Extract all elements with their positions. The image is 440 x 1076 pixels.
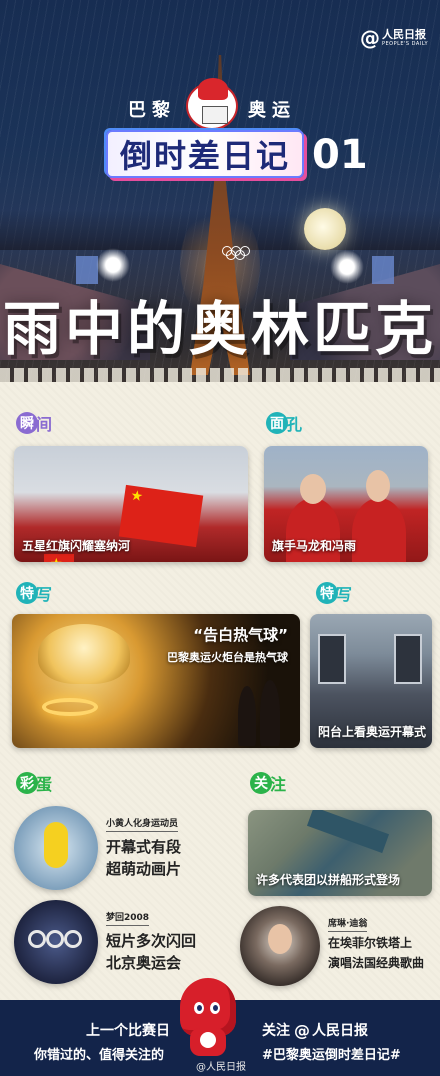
egg-line: 短片多次闪回: [106, 932, 197, 950]
balloon-caption: “告白热气球” 巴黎奥运火炬台是热气球: [167, 624, 288, 665]
header-right-text: 奥运: [248, 100, 296, 121]
photo-card-flagbearers[interactable]: 旗手马龙和冯雨: [264, 446, 428, 562]
egg-tag: 小黄人化身运动员: [106, 816, 179, 832]
photo-caption: 许多代表团以拼船形式登场: [256, 873, 401, 887]
video-screen-right: [372, 256, 394, 284]
footer-follow-label: 关注: [262, 1023, 290, 1039]
egg-line: 超萌动画片: [106, 860, 182, 878]
section-label-closeup-1: 特 写: [16, 582, 52, 604]
at-icon: @: [294, 1020, 310, 1040]
mascot-reading-newspaper-icon: [186, 78, 238, 130]
section-char-1: 瞬: [16, 412, 38, 434]
page-title: 雨中的奥林匹克: [2, 295, 437, 363]
singer-thumbnail[interactable]: [240, 906, 320, 986]
footer-hashtag[interactable]: #巴黎奥运倒时差日记#: [262, 1044, 401, 1063]
video-screen-left: [76, 256, 98, 284]
ring-icon: [64, 930, 82, 948]
ring-icon: [28, 930, 46, 948]
balloon-caption-quote: “告白热气球”: [193, 626, 288, 644]
olympic-rings-icon: [222, 246, 250, 260]
hot-air-balloon-icon: [38, 624, 130, 684]
series-badge: 倒时差日记: [106, 130, 304, 178]
torchbearer-silhouette: [260, 680, 280, 746]
section-char-2: 注: [270, 775, 287, 794]
section-label-easter-egg: 彩 蛋: [16, 772, 52, 794]
ring-icon: [46, 930, 64, 948]
section-char-2: 写: [36, 585, 53, 604]
section-char-1: 关: [250, 772, 272, 794]
stadium-light-left: [96, 248, 130, 282]
logo-en: PEOPLE'S DAILY: [381, 41, 428, 47]
section-char-2: 写: [336, 585, 353, 604]
cauldron-ring-icon: [42, 698, 98, 716]
singer-head: [268, 924, 292, 954]
egg-line: 演唱法国经典歌曲: [328, 956, 425, 970]
balcony-window: [318, 634, 346, 684]
small-flag-icon: [44, 554, 74, 562]
header-left-text: 巴黎: [128, 100, 176, 121]
content-body: 瞬 间 五星红旗闪耀塞纳河 面 孔 旗手马龙和冯雨 特 写 “告白热气球” 巴黎…: [0, 382, 440, 1000]
episode-number: 01: [312, 132, 368, 178]
section-char-1: 彩: [16, 772, 38, 794]
section-char-2: 孔: [286, 415, 303, 434]
section-char-1: 特: [316, 582, 338, 604]
section-label-face: 面 孔: [266, 412, 302, 434]
photo-card-flag[interactable]: 五星红旗闪耀塞纳河: [14, 446, 248, 562]
hero-banner: @ 人民日报 PEOPLE'S DAILY 巴黎 奥运 倒时差日记 01 雨中的…: [0, 0, 440, 382]
section-label-focus: 关 注: [250, 772, 286, 794]
egg-tag: 梦回2008: [106, 910, 150, 926]
egg-line: 北京奥运会: [106, 954, 182, 972]
peoples-daily-logo: @ 人民日报 PEOPLE'S DAILY: [360, 26, 428, 50]
section-char-2: 间: [36, 415, 53, 434]
stadium-light-right: [330, 250, 364, 284]
footer-credit: @人民日报: [196, 1062, 246, 1073]
footer-left-line2: 你错过的、值得关注的: [34, 1048, 165, 1063]
athlete-head: [300, 474, 326, 504]
footer-brand: 人民日报: [312, 1023, 368, 1039]
balcony-window: [394, 634, 422, 684]
section-char-2: 蛋: [36, 775, 53, 794]
section-char-1: 特: [16, 582, 38, 604]
series-badge-text: 倒时差日记: [119, 137, 290, 175]
balloon-caption-sub: 巴黎奥运火炬台是热气球: [167, 651, 288, 664]
photo-card-river[interactable]: 许多代表团以拼船形式登场: [248, 810, 432, 896]
at-icon: @: [359, 26, 380, 50]
egg-tag: 席琳·迪翁: [328, 916, 368, 932]
chinese-flag-icon: [118, 484, 204, 548]
photo-card-balcony[interactable]: 阳台上看奥运开幕式: [310, 614, 432, 748]
photo-caption: 阳台上看奥运开幕式: [318, 725, 427, 739]
seine-river: [306, 810, 390, 854]
section-label-instant: 瞬 间: [16, 412, 52, 434]
moon-balloon: [304, 208, 346, 250]
rings-thumbnail[interactable]: [14, 900, 98, 984]
footer-left-line1: 上一个比赛日: [86, 1023, 170, 1039]
footer-follow[interactable]: 关注 @ 人民日报: [262, 1020, 368, 1040]
egg-line: 开幕式有段: [106, 838, 182, 856]
athlete-head: [366, 470, 390, 502]
photo-caption: 旗手马龙和冯雨: [272, 539, 357, 553]
minion-thumbnail[interactable]: [14, 806, 98, 890]
olympic-mascot-icon: [176, 978, 240, 1060]
photo-card-balloon[interactable]: “告白热气球” 巴黎奥运火炬台是热气球: [12, 614, 300, 748]
logo-cn: 人民日报: [381, 28, 426, 41]
section-char-1: 面: [266, 412, 288, 434]
athlete-figure: [352, 498, 406, 562]
torchbearer-silhouette: [238, 686, 256, 746]
minion-icon: [44, 822, 68, 868]
egg-line: 在埃菲尔铁塔上: [328, 936, 413, 950]
section-label-closeup-2: 特 写: [316, 582, 352, 604]
photo-caption: 五星红旗闪耀塞纳河: [22, 539, 131, 553]
